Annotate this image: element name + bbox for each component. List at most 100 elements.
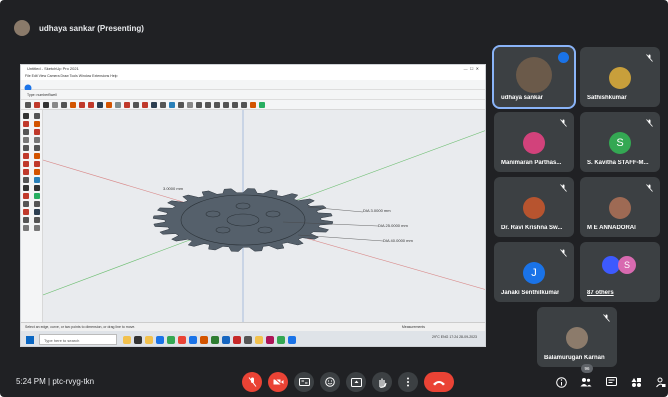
participant-name: Janaki Senthilkumar bbox=[501, 290, 560, 296]
model-canvas[interactable]: DIA 3.0000 mm DIA 25.0000 mm DIA 40.0000… bbox=[43, 110, 486, 322]
participant-tile[interactable]: M E ANNADORAI bbox=[580, 177, 660, 237]
participant-avatar: S bbox=[609, 132, 631, 154]
dim-label-3: DIA 40.0000 mm bbox=[383, 238, 413, 243]
lt-line-icon bbox=[23, 129, 29, 135]
follow-me-tool-icon bbox=[106, 101, 112, 108]
lt-3dtext-icon bbox=[34, 201, 40, 207]
raise-hand-button[interactable] bbox=[372, 372, 392, 392]
gear-model[interactable] bbox=[152, 188, 334, 252]
chat-icon bbox=[605, 376, 617, 386]
lt-rect-icon bbox=[23, 137, 29, 143]
meeting-details-button[interactable] bbox=[554, 374, 568, 390]
taskbar-app-icon bbox=[145, 335, 153, 344]
orbit-tool-icon bbox=[142, 101, 148, 108]
offset-tool-icon bbox=[115, 101, 121, 108]
taskbar-app-icon bbox=[288, 335, 296, 344]
toolbar-row-3 bbox=[21, 100, 485, 110]
end-call-icon bbox=[433, 380, 445, 385]
taskbar-app-icon bbox=[244, 335, 252, 344]
shapes-icon bbox=[631, 377, 641, 387]
taskbar-app-icon bbox=[277, 335, 285, 344]
windows-start-icon bbox=[26, 335, 34, 344]
call-controls bbox=[242, 372, 454, 392]
camera-button[interactable] bbox=[268, 372, 288, 392]
participant-tile[interactable]: S S. Kavitha STAFF-M... bbox=[580, 112, 660, 172]
captions-button[interactable] bbox=[294, 372, 314, 392]
participant-tile[interactable]: Sathishkumar bbox=[580, 47, 660, 107]
participant-avatar bbox=[566, 327, 588, 349]
host-controls-button[interactable] bbox=[654, 374, 668, 390]
move-tool-icon bbox=[79, 101, 85, 108]
lt-push-icon bbox=[34, 161, 40, 167]
present-screen-icon bbox=[350, 377, 362, 387]
status-bar: Select an edge, curve, or two points to … bbox=[21, 322, 485, 331]
captions-icon bbox=[298, 378, 310, 386]
tape-tool-icon bbox=[124, 101, 130, 108]
lt-rotrect-icon bbox=[34, 137, 40, 143]
camera-off-icon bbox=[273, 378, 283, 386]
eraser-tool-icon bbox=[34, 101, 40, 108]
lt-offset-icon bbox=[34, 177, 40, 183]
participant-name: Dr. Ravi Krishna Sw... bbox=[501, 225, 563, 231]
participant-tile[interactable]: J Janaki Senthilkumar bbox=[494, 242, 574, 302]
others-avatar-letter: S bbox=[618, 256, 636, 274]
taskbar-app-icon bbox=[211, 335, 219, 344]
lt-text-icon bbox=[34, 193, 40, 199]
lt-zoomwin-icon bbox=[34, 217, 40, 223]
view-right-icon bbox=[223, 101, 229, 108]
lt-axes-icon bbox=[23, 201, 29, 207]
taskbar-app-icon bbox=[167, 335, 175, 344]
lt-orbit-icon bbox=[23, 209, 29, 215]
taskbar-app-icon bbox=[255, 335, 263, 344]
people-icon bbox=[580, 378, 592, 387]
emoji-icon bbox=[325, 377, 335, 387]
participant-avatar bbox=[516, 57, 552, 93]
view-left-icon bbox=[241, 101, 247, 108]
lt-walk-icon bbox=[23, 225, 29, 231]
extension-icon bbox=[259, 101, 265, 108]
window-title: Untitled - SketchUp Pro 2021 bbox=[27, 66, 79, 71]
presenter-avatar bbox=[14, 20, 30, 36]
mic-off-icon bbox=[603, 314, 610, 322]
view-front-icon bbox=[214, 101, 220, 108]
participant-name: M E ANNADORAI bbox=[587, 225, 636, 231]
others-count-link[interactable]: 87 others bbox=[587, 290, 614, 296]
participant-avatar bbox=[523, 132, 545, 154]
pan-tool-icon bbox=[151, 101, 157, 108]
windows-taskbar: Type here to search 29°C ENG 17:24 28-09… bbox=[21, 331, 485, 346]
participant-tile[interactable]: Manimaran Parthas... bbox=[494, 112, 574, 172]
people-button[interactable]: 96 bbox=[579, 364, 593, 390]
window-menubar: File Edit View Camera Draw Tools Window … bbox=[21, 73, 485, 80]
participant-name: S. Kavitha STAFF-M... bbox=[587, 160, 649, 166]
meet-window: udhaya sankar (Presenting) Untitled - Sk… bbox=[0, 0, 668, 397]
gear-body bbox=[152, 188, 334, 252]
taskbar-app-icon bbox=[200, 335, 208, 344]
mic-button[interactable] bbox=[242, 372, 262, 392]
participant-tile[interactable]: Dr. Ravi Krishna Sw... bbox=[494, 177, 574, 237]
lt-rotate-icon bbox=[23, 169, 29, 175]
lt-freehand-icon bbox=[34, 129, 40, 135]
reactions-button[interactable] bbox=[320, 372, 340, 392]
chat-button[interactable] bbox=[604, 374, 618, 390]
taskbar-search: Type here to search bbox=[39, 334, 117, 345]
shared-screen[interactable]: Untitled - SketchUp Pro 2021 — ☐ ✕ File … bbox=[20, 64, 486, 347]
lt-pie-icon bbox=[34, 153, 40, 159]
taskbar-app-icon bbox=[134, 335, 142, 344]
activities-button[interactable] bbox=[629, 374, 643, 390]
system-tray: 29°C ENG 17:24 28-09-2023 bbox=[432, 335, 477, 339]
view-top-icon bbox=[205, 101, 211, 108]
present-button[interactable] bbox=[346, 372, 366, 392]
select-tool-icon bbox=[25, 101, 31, 108]
leave-call-button[interactable] bbox=[424, 372, 454, 392]
toolbar-row-1 bbox=[21, 80, 485, 92]
participant-tile[interactable]: udhaya sankar bbox=[492, 45, 576, 109]
participant-tile[interactable]: Balamurugan Karnan bbox=[537, 307, 617, 367]
others-tile[interactable]: S 87 others bbox=[580, 242, 660, 302]
left-toolbar bbox=[21, 110, 43, 322]
meeting-controls-bar: 5:24 PM | ptc-rvyg-tkn 96 bbox=[0, 364, 668, 397]
lt-polygon-icon bbox=[34, 145, 40, 151]
paint-tool-icon bbox=[133, 101, 139, 108]
taskbar-app-icon bbox=[266, 335, 274, 344]
more-options-button[interactable] bbox=[398, 372, 418, 392]
speaking-indicator-icon bbox=[558, 52, 569, 63]
